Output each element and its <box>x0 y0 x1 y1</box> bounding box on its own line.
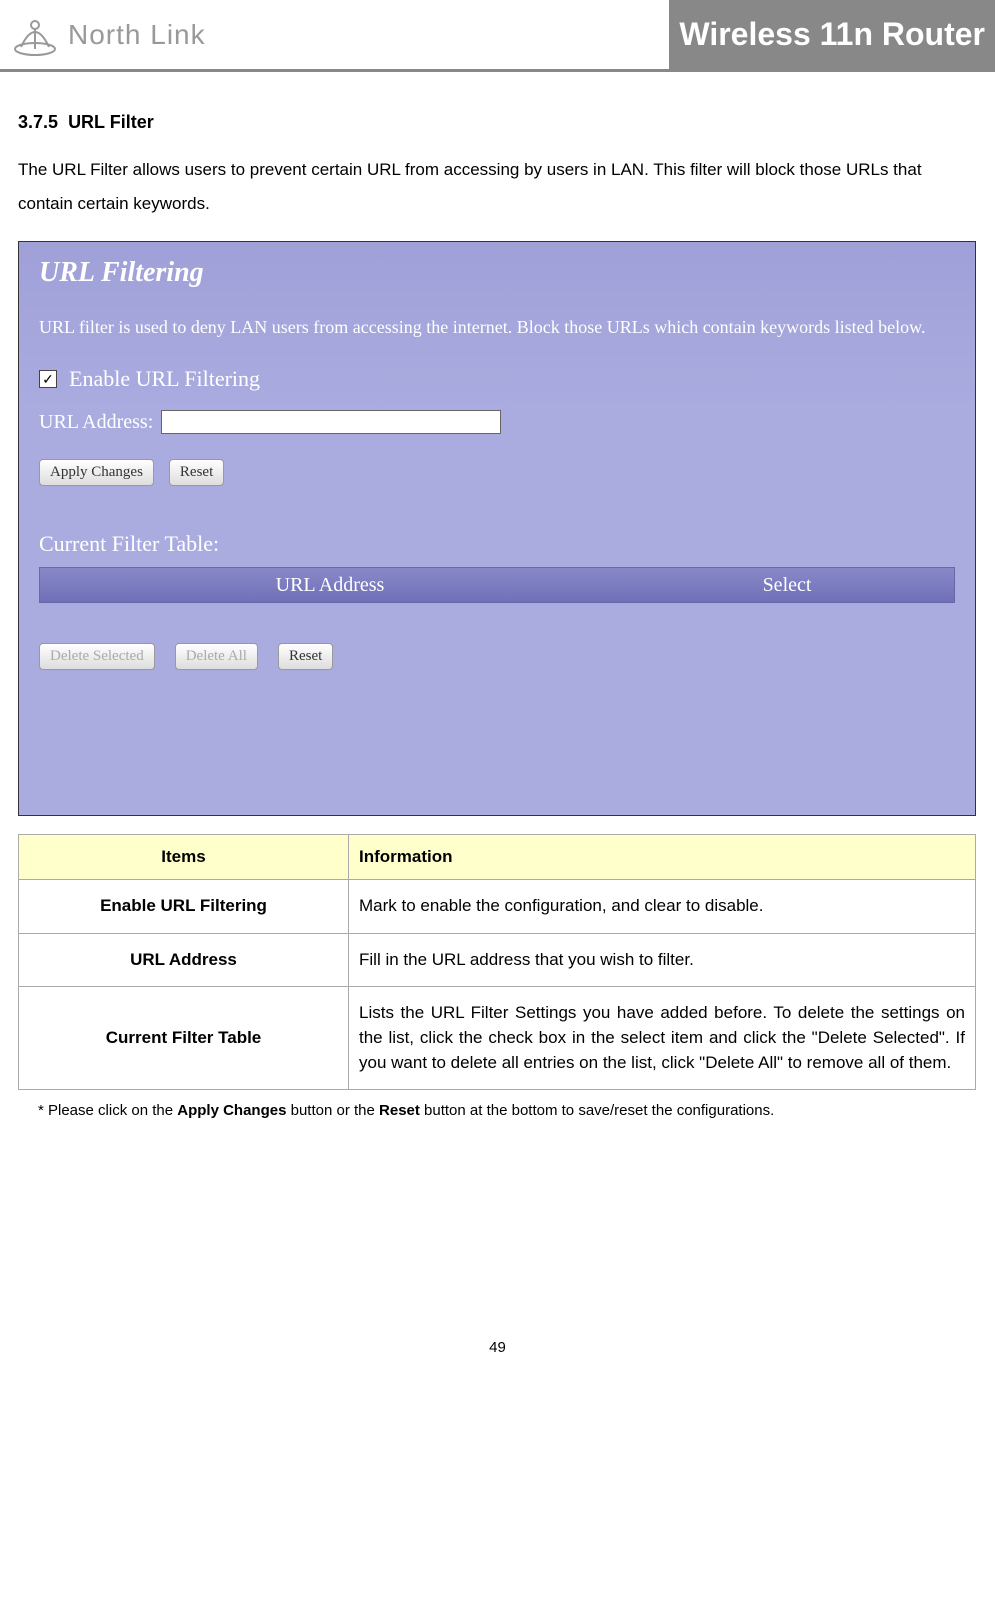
th-select: Select <box>620 574 954 597</box>
content-area: 3.7.5 URL Filter The URL Filter allows u… <box>0 72 995 1139</box>
table-header-row: Items Information <box>19 835 976 880</box>
row-info: Lists the URL Filter Settings you have a… <box>349 987 976 1090</box>
logo-text: North Link <box>68 19 206 51</box>
row-item: URL Address <box>19 933 349 987</box>
table-row: Current Filter Table Lists the URL Filte… <box>19 987 976 1090</box>
table-row: URL Address Fill in the URL address that… <box>19 933 976 987</box>
screenshot-description: URL filter is used to deny LAN users fro… <box>39 314 955 341</box>
row-item: Current Filter Table <box>19 987 349 1090</box>
th-url-address: URL Address <box>40 574 620 597</box>
enable-filtering-checkbox[interactable]: ✓ <box>39 370 57 388</box>
row-item: Enable URL Filtering <box>19 880 349 934</box>
filter-table-header: URL Address Select <box>39 567 955 603</box>
row-info: Fill in the URL address that you wish to… <box>349 933 976 987</box>
url-address-input[interactable] <box>161 410 501 434</box>
intro-paragraph: The URL Filter allows users to prevent c… <box>18 153 977 221</box>
enable-filtering-row: ✓ Enable URL Filtering <box>39 366 955 392</box>
url-filtering-screenshot: URL Filtering URL filter is used to deny… <box>18 241 976 816</box>
page-header: North Link Wireless 11n Router <box>0 0 995 72</box>
th-items: Items <box>19 835 349 880</box>
section-heading: 3.7.5 URL Filter <box>18 112 977 133</box>
footnote: * Please click on the Apply Changes butt… <box>18 1102 977 1119</box>
reset-button-2[interactable]: Reset <box>278 643 333 670</box>
screenshot-title: URL Filtering <box>39 257 955 289</box>
logo-area: North Link <box>10 10 206 60</box>
filter-table-title: Current Filter Table: <box>39 531 955 557</box>
page-title: Wireless 11n Router <box>669 0 995 71</box>
page-number: 49 <box>0 1339 995 1376</box>
enable-filtering-label: Enable URL Filtering <box>69 366 260 392</box>
button-row-1: Apply Changes Reset <box>39 459 955 486</box>
delete-all-button[interactable]: Delete All <box>175 643 258 670</box>
url-address-row: URL Address: <box>39 410 955 434</box>
reset-button[interactable]: Reset <box>169 459 224 486</box>
url-address-label: URL Address: <box>39 411 153 434</box>
th-information: Information <box>349 835 976 880</box>
table-row: Enable URL Filtering Mark to enable the … <box>19 880 976 934</box>
apply-changes-button[interactable]: Apply Changes <box>39 459 154 486</box>
info-table: Items Information Enable URL Filtering M… <box>18 834 976 1090</box>
button-row-2: Delete Selected Delete All Reset <box>39 643 955 670</box>
row-info: Mark to enable the configuration, and cl… <box>349 880 976 934</box>
northlink-logo-icon <box>10 10 60 60</box>
delete-selected-button[interactable]: Delete Selected <box>39 643 155 670</box>
section-number: 3.7.5 <box>18 112 58 132</box>
section-title: URL Filter <box>68 112 154 132</box>
